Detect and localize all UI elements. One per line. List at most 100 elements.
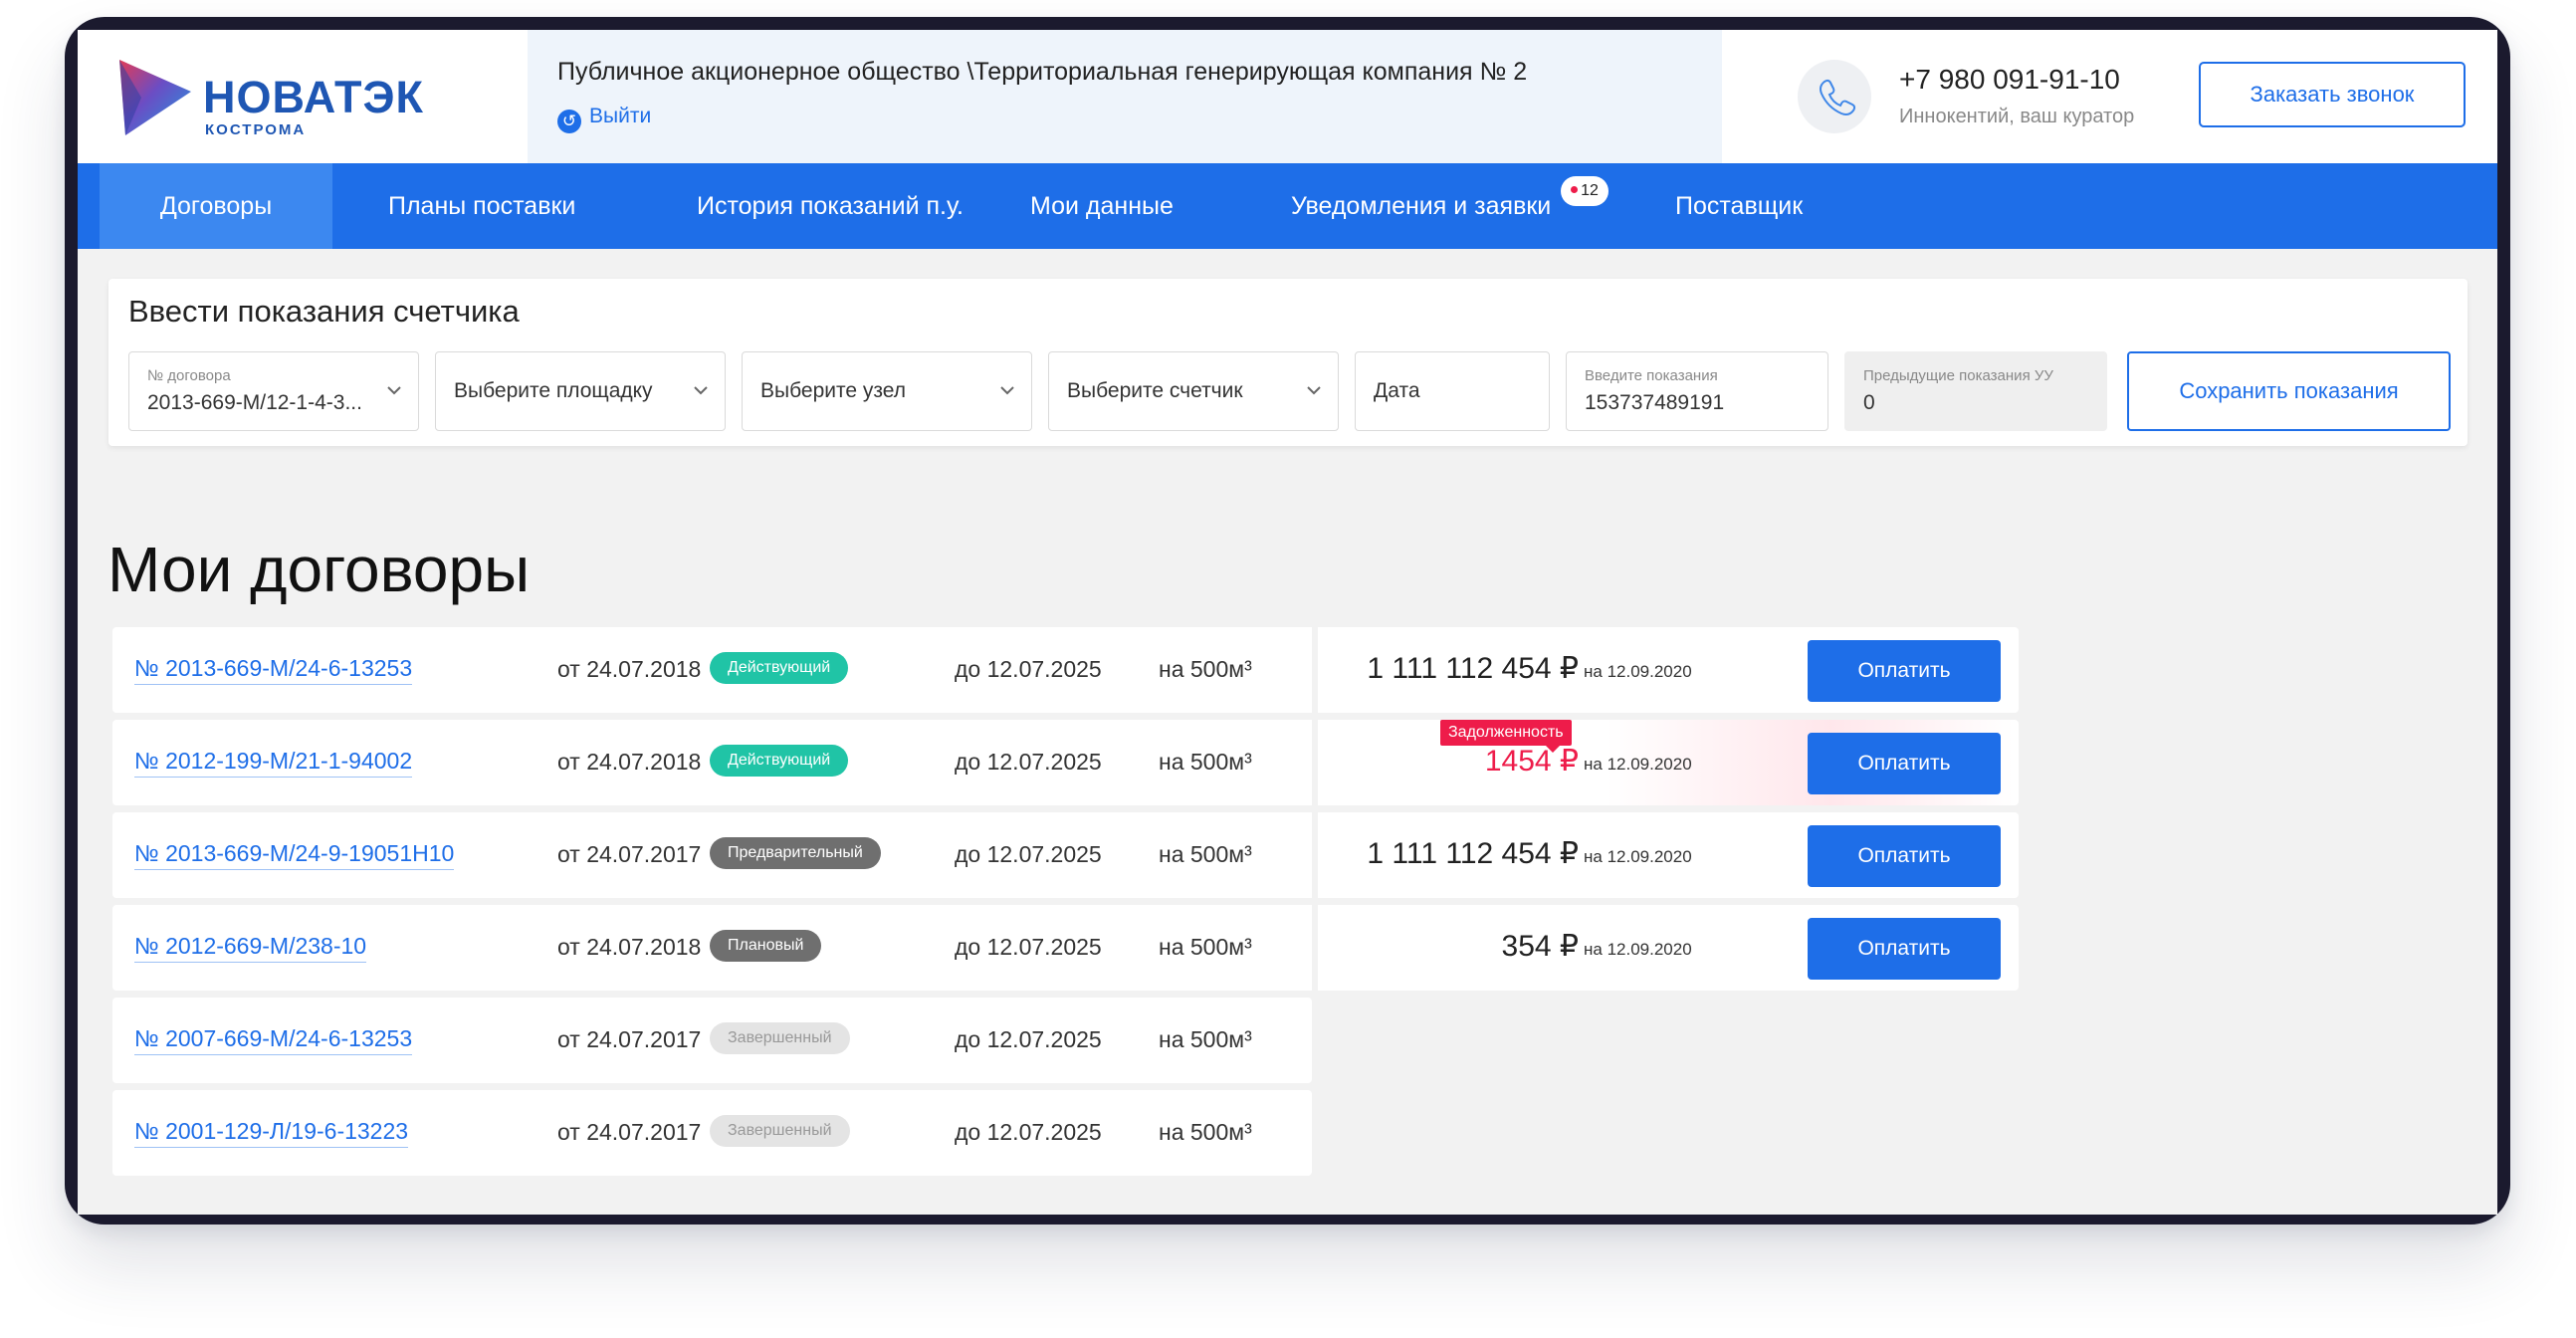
status-badge: Действующий xyxy=(710,745,849,777)
contract-amount: 1 111 112 454 ₽ xyxy=(1367,652,1579,685)
contract-select-value: 2013-669-М/12-1-4-3... xyxy=(147,391,362,414)
contract-number-link[interactable]: № 2001-129-Л/19-6-13223 xyxy=(134,1118,409,1148)
badge-dot-icon xyxy=(1571,186,1579,193)
contract-amount: 354 ₽ xyxy=(1501,930,1579,963)
contract-end-date: до 12.07.2025 xyxy=(955,934,1102,960)
meter-select-placeholder: Выберите счетчик xyxy=(1067,379,1243,402)
contract-volume: на 500м³ xyxy=(1159,1026,1252,1052)
chevron-down-icon xyxy=(387,386,401,395)
chevron-down-icon xyxy=(1000,386,1014,395)
contract-start-date: от 24.07.2018 xyxy=(557,934,702,960)
node-select-placeholder: Выберите узел xyxy=(760,379,907,402)
previous-reading-value: 0 xyxy=(1863,391,1875,414)
logout-link[interactable]: ↺ Выйти xyxy=(557,105,651,133)
contract-amount: 1 111 112 454 ₽ xyxy=(1367,837,1579,870)
contract-number-link[interactable]: № 2013-669-М/24-9-19051Н10 xyxy=(134,840,455,870)
logout-icon: ↺ xyxy=(557,110,581,133)
logo-subtitle: КОСТРОМА xyxy=(205,121,307,138)
reading-input-label: Введите показания xyxy=(1585,367,1718,384)
amount-as-of-date: на 12.09.2020 xyxy=(1584,940,1692,959)
contract-row: № 2001-129-Л/19-6-13223 от 24.07.2017 За… xyxy=(112,1090,1312,1176)
row-divider xyxy=(1312,905,1318,991)
reading-input[interactable]: Введите показания 153737489191 xyxy=(1566,351,1828,431)
main-nav: Договоры Планы поставки История показани… xyxy=(78,163,2497,249)
contract-number-link[interactable]: № 2013-669-М/24-6-13253 xyxy=(134,655,413,685)
date-field-placeholder: Дата xyxy=(1374,379,1420,402)
contract-volume: на 500м³ xyxy=(1159,656,1252,682)
chevron-down-icon xyxy=(1307,386,1321,395)
contract-row: № 2012-669-М/238-10 от 24.07.2018 Планов… xyxy=(112,905,2019,991)
previous-reading-field: Предыдущие показания УУ 0 xyxy=(1844,351,2107,431)
row-divider xyxy=(1312,812,1318,898)
pay-button[interactable]: Оплатить xyxy=(1808,918,2001,980)
organization-panel: Публичное акционерное общество \Территор… xyxy=(528,30,1722,163)
contract-start-date: от 24.07.2017 xyxy=(557,1026,702,1052)
contract-number-link[interactable]: № 2012-199-М/21-1-94002 xyxy=(134,748,413,778)
tab-supply-plans[interactable]: Планы поставки xyxy=(388,163,575,249)
debt-tag: Задолженность xyxy=(1440,720,1572,753)
tab-my-data[interactable]: Мои данные xyxy=(1030,163,1174,249)
contract-volume: на 500м³ xyxy=(1159,934,1252,960)
meter-readings-panel: Ввести показания счетчика № договора 201… xyxy=(108,279,2468,446)
logout-label: Выйти xyxy=(589,105,652,127)
status-badge: Действующий xyxy=(710,652,849,684)
date-field[interactable]: Дата xyxy=(1355,351,1550,431)
curator-name: Иннокентий, ваш куратор xyxy=(1899,106,2135,127)
status-badge: Завершенный xyxy=(710,1115,850,1147)
save-readings-button[interactable]: Сохранить показания xyxy=(2127,351,2451,431)
amount-as-of-date: на 12.09.2020 xyxy=(1584,847,1692,866)
tab-notifications[interactable]: Уведомления и заявки xyxy=(1291,163,1551,249)
logo-name: НОВАТЭК xyxy=(203,72,424,122)
contract-select[interactable]: № договора 2013-669-М/12-1-4-3... xyxy=(128,351,419,431)
header: НОВАТЭК КОСТРОМА Публичное акционерное о… xyxy=(78,30,2497,163)
tab-meter-history[interactable]: История показаний п.у. xyxy=(697,163,964,249)
amount-as-of-date: на 12.09.2020 xyxy=(1584,662,1692,681)
app-screen: НОВАТЭК КОСТРОМА Публичное акционерное о… xyxy=(78,30,2497,1215)
meter-select[interactable]: Выберите счетчик xyxy=(1048,351,1339,431)
contract-row: № 2007-669-М/24-6-13253 от 24.07.2017 За… xyxy=(112,998,1312,1083)
contract-end-date: до 12.07.2025 xyxy=(955,1026,1102,1052)
contract-row: № 2012-199-М/21-1-94002 от 24.07.2018 Де… xyxy=(112,720,2019,805)
contract-row: № 2013-669-М/24-9-19051Н10 от 24.07.2017… xyxy=(112,812,2019,898)
logo-mark-icon xyxy=(119,60,191,135)
contract-start-date: от 24.07.2018 xyxy=(557,749,702,775)
chevron-down-icon xyxy=(694,386,708,395)
order-call-button[interactable]: Заказать звонок xyxy=(2199,62,2466,127)
brand-logo[interactable]: НОВАТЭК КОСТРОМА xyxy=(111,52,470,146)
contract-start-date: от 24.07.2017 xyxy=(557,841,702,867)
contract-volume: на 500м³ xyxy=(1159,749,1252,775)
contract-number-link[interactable]: № 2007-669-М/24-6-13253 xyxy=(134,1025,413,1055)
tab-contracts[interactable]: Договоры xyxy=(100,163,332,249)
notifications-count: 12 xyxy=(1581,182,1599,199)
node-select[interactable]: Выберите узел xyxy=(742,351,1032,431)
status-badge: Предварительный xyxy=(710,837,881,869)
pay-button[interactable]: Оплатить xyxy=(1808,825,2001,887)
contract-start-date: от 24.07.2018 xyxy=(557,656,702,682)
site-select-placeholder: Выберите площадку xyxy=(454,379,653,402)
contract-start-date: от 24.07.2017 xyxy=(557,1119,702,1145)
contract-debt-amount: 1454 ₽ xyxy=(1484,745,1579,778)
pay-button[interactable]: Оплатить xyxy=(1808,640,2001,702)
curator-phone[interactable]: +7 980 091-91-10 xyxy=(1899,64,2120,96)
amount-as-of-date: на 12.09.2020 xyxy=(1584,755,1692,774)
contract-end-date: до 12.07.2025 xyxy=(955,1119,1102,1145)
organization-name: Публичное акционерное общество \Территор… xyxy=(557,58,1528,86)
pay-button[interactable]: Оплатить xyxy=(1808,733,2001,794)
tab-supplier[interactable]: Поставщик xyxy=(1675,163,1803,249)
contract-volume: на 500м³ xyxy=(1159,1119,1252,1145)
status-badge: Плановый xyxy=(710,930,822,962)
reading-input-value: 153737489191 xyxy=(1585,391,1725,414)
contracts-title: Мои договоры xyxy=(107,534,531,605)
contract-volume: на 500м³ xyxy=(1159,841,1252,867)
row-divider xyxy=(1312,720,1318,805)
contract-number-link[interactable]: № 2012-669-М/238-10 xyxy=(134,933,367,963)
phone-icon xyxy=(1798,60,1871,133)
row-divider xyxy=(1312,627,1318,713)
previous-reading-label: Предыдущие показания УУ xyxy=(1863,367,2053,384)
readings-title: Ввести показания счетчика xyxy=(128,294,520,329)
contract-select-label: № договора xyxy=(147,367,231,384)
site-select[interactable]: Выберите площадку xyxy=(435,351,726,431)
contract-row: № 2013-669-М/24-6-13253 от 24.07.2018 Де… xyxy=(112,627,2019,713)
contract-end-date: до 12.07.2025 xyxy=(955,749,1102,775)
status-badge: Завершенный xyxy=(710,1022,850,1054)
